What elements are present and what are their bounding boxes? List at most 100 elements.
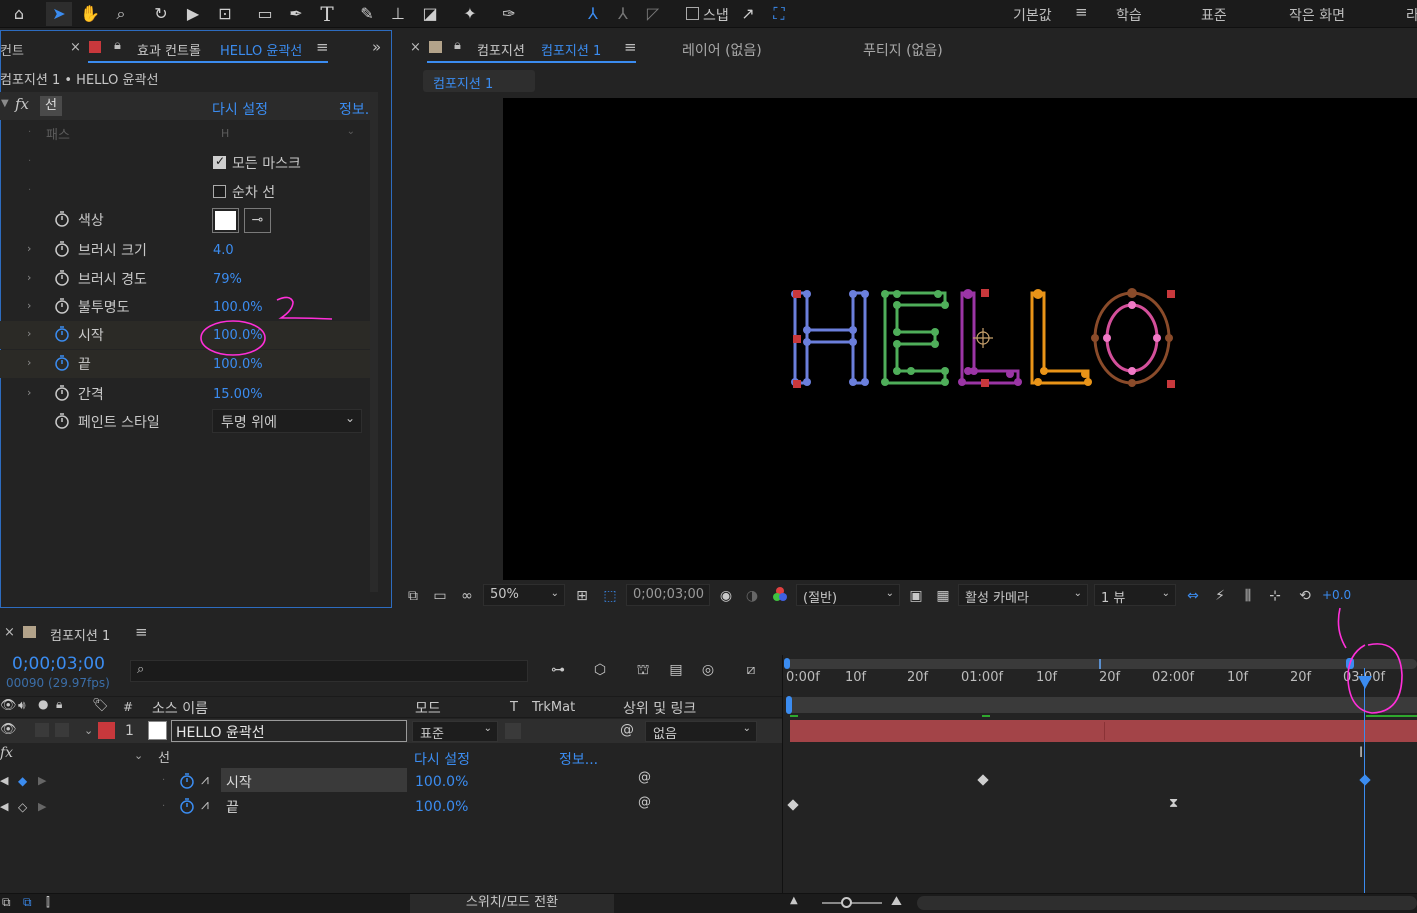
comp-tab-name[interactable]: 컴포지션 1 [541,40,601,59]
zoom-out-icon[interactable]: ▲ [790,895,798,906]
timeline-tab[interactable]: 컴포지션 1 [50,625,110,644]
hide-shy-layers-icon[interactable]: ⛫ [633,660,653,680]
zoom-slider-track[interactable] [822,902,882,904]
channel-icon[interactable] [770,586,790,606]
layer-tab[interactable]: 레이어 (없음) [682,40,762,60]
motion-blur-icon[interactable]: ◎ [698,660,718,680]
fx-toggle[interactable]: fx [15,95,29,113]
close-icon[interactable]: × [4,625,15,640]
always-preview-icon[interactable]: ⧉ [403,586,423,606]
panel-menu-icon[interactable]: ≡ [135,623,148,641]
monitor-icon[interactable]: ▭ [430,586,450,606]
resolution-dropdown[interactable]: (절반) ⌄ [796,584,900,606]
work-area-start[interactable] [786,696,792,714]
solo-switch[interactable] [35,723,49,737]
flowchart-icon[interactable]: ⊹ [1265,586,1285,606]
lock-toggle-icon[interactable]: 🔒︎ [56,697,62,712]
next-keyframe-icon[interactable]: ▶ [38,800,46,813]
video-toggle-icon[interactable]: 👁︎ [0,698,17,713]
puppet-pin-tool-icon[interactable]: ✑ [496,2,522,26]
stopwatch-icon[interactable] [54,210,70,228]
lock-icon[interactable]: 🔒︎ [454,38,461,53]
rotate-tool-icon[interactable]: ↻ [148,2,174,26]
clone-stamp-tool-icon[interactable]: ⊥ [385,2,411,26]
add-keyframe-icon[interactable]: ◆ [18,774,27,788]
stopwatch-icon[interactable] [54,384,70,402]
panel-menu-icon[interactable]: ≡ [316,38,329,56]
workspace-default[interactable]: 기본값 [1013,5,1052,25]
roto-brush-tool-icon[interactable]: ✦ [457,2,483,26]
col-parent-link[interactable]: 상위 및 링크 [623,698,696,718]
in-out-icon[interactable]: ⫿ [46,895,50,910]
timeline-info-link[interactable]: 정보... [559,749,598,769]
frame-blending-icon[interactable]: ▤ [666,660,686,680]
pan-behind-tool-icon[interactable]: ⊡ [212,2,238,26]
eyedropper-icon[interactable]: ⊸ [244,208,271,233]
timeline-prop-start-value[interactable]: 100.0% [415,774,468,790]
snap-options-icon[interactable]: ↗ [735,2,761,26]
close-icon[interactable]: × [410,40,421,55]
label-tag-icon[interactable]: 🏷︎ [92,698,109,713]
timeline-search-input[interactable]: ⌕ [130,660,528,682]
next-keyframe-icon[interactable]: ▶ [38,774,46,787]
close-icon[interactable]: × [70,40,81,55]
stopwatch-active-icon[interactable] [179,797,195,819]
comp-tab-prefix[interactable]: 컴포지션 [477,40,525,59]
zoom-in-icon[interactable]: ⛰ [891,894,902,909]
local-axis-icon[interactable]: ⅄ [580,2,606,26]
stopwatch-active-icon[interactable] [54,354,70,372]
timeline-reset-link[interactable]: 다시 설정 [414,749,470,769]
timeline-prop-end-value[interactable]: 100.0% [415,799,468,815]
effect-expand-arrow-icon[interactable]: ⌄ [134,749,143,762]
vr-goggles-icon[interactable]: ∞ [457,586,477,606]
layer-switches-icon[interactable]: ⧉ [2,895,11,910]
hold-keyframe-icon[interactable]: ⧗ [1169,796,1178,811]
lock-switch[interactable] [55,723,69,737]
video-visible-icon[interactable]: 👁︎ [0,722,17,737]
stopwatch-icon[interactable] [54,240,70,258]
all-masks-checkbox[interactable] [213,154,226,169]
timeline-horizontal-scrollbar[interactable] [917,896,1417,910]
workspace-menu-icon[interactable]: ≡ [1075,3,1088,21]
add-keyframe-icon[interactable]: ◇ [18,800,27,814]
graph-icon[interactable]: ⩘ [201,772,209,788]
expression-pickwhip-icon[interactable]: @ [638,795,651,810]
prop-value[interactable]: 4.0 [213,243,234,258]
world-axis-icon[interactable]: ⅄ [610,2,636,26]
timeline-icon[interactable]: ⫼ [1238,586,1258,606]
comp-subtab[interactable]: 컴포지션 1 [423,70,535,92]
stopwatch-icon[interactable] [54,269,70,287]
panel-overflow-icon[interactable]: » [372,38,381,56]
preserve-transparency-switch[interactable] [505,723,521,739]
reset-exposure-icon[interactable]: ⟲ [1295,586,1315,606]
navigator-start-handle[interactable] [784,658,790,669]
prev-keyframe-icon[interactable]: ◀ [0,800,8,813]
layer-expand-arrow-icon[interactable]: ⌄ [84,724,93,737]
toggle-switches-modes-button[interactable]: 스위치/모드 전환 [410,894,614,913]
graph-icon[interactable]: ⩘ [201,797,209,813]
zoom-dropdown[interactable]: 50% ⌄ [483,584,565,606]
graph-editor-icon[interactable]: ⧄ [741,660,761,680]
footage-tab[interactable]: 푸티지 (없음) [863,40,943,60]
expand-arrow-icon[interactable]: › [27,356,31,369]
fit-icon[interactable]: ⊞ [572,586,592,606]
prev-keyframe-icon[interactable]: ◀ [0,774,8,787]
color-swatch[interactable] [212,208,239,233]
toggle-pixel-aspect-icon[interactable]: ⇔ [1183,586,1203,606]
workspace-standard[interactable]: 표준 [1201,5,1227,25]
panel-menu-icon[interactable]: ≡ [624,38,637,56]
stopwatch-icon[interactable] [54,297,70,315]
fast-previews-icon[interactable]: ⚡ [1210,586,1230,606]
sequential-checkbox[interactable] [213,185,226,198]
solo-toggle-icon[interactable]: ● [38,697,48,711]
composition-viewer[interactable]: HELLO [503,98,1417,580]
audio-toggle-icon[interactable]: 🔊︎ [18,698,26,713]
lock-icon[interactable]: 🔒︎ [114,38,121,53]
camera-dropdown[interactable]: 활성 카메라 ⌄ [958,584,1088,606]
timeline-timecode[interactable]: 0;00;03;00 [12,654,105,674]
effect-name[interactable]: 선 [40,96,62,116]
expand-arrow-icon[interactable]: › [27,271,31,284]
effect-reset-link[interactable]: 다시 설정 [212,99,268,119]
view-axis-icon[interactable]: ◸ [640,2,666,26]
eraser-tool-icon[interactable]: ◪ [417,2,443,26]
